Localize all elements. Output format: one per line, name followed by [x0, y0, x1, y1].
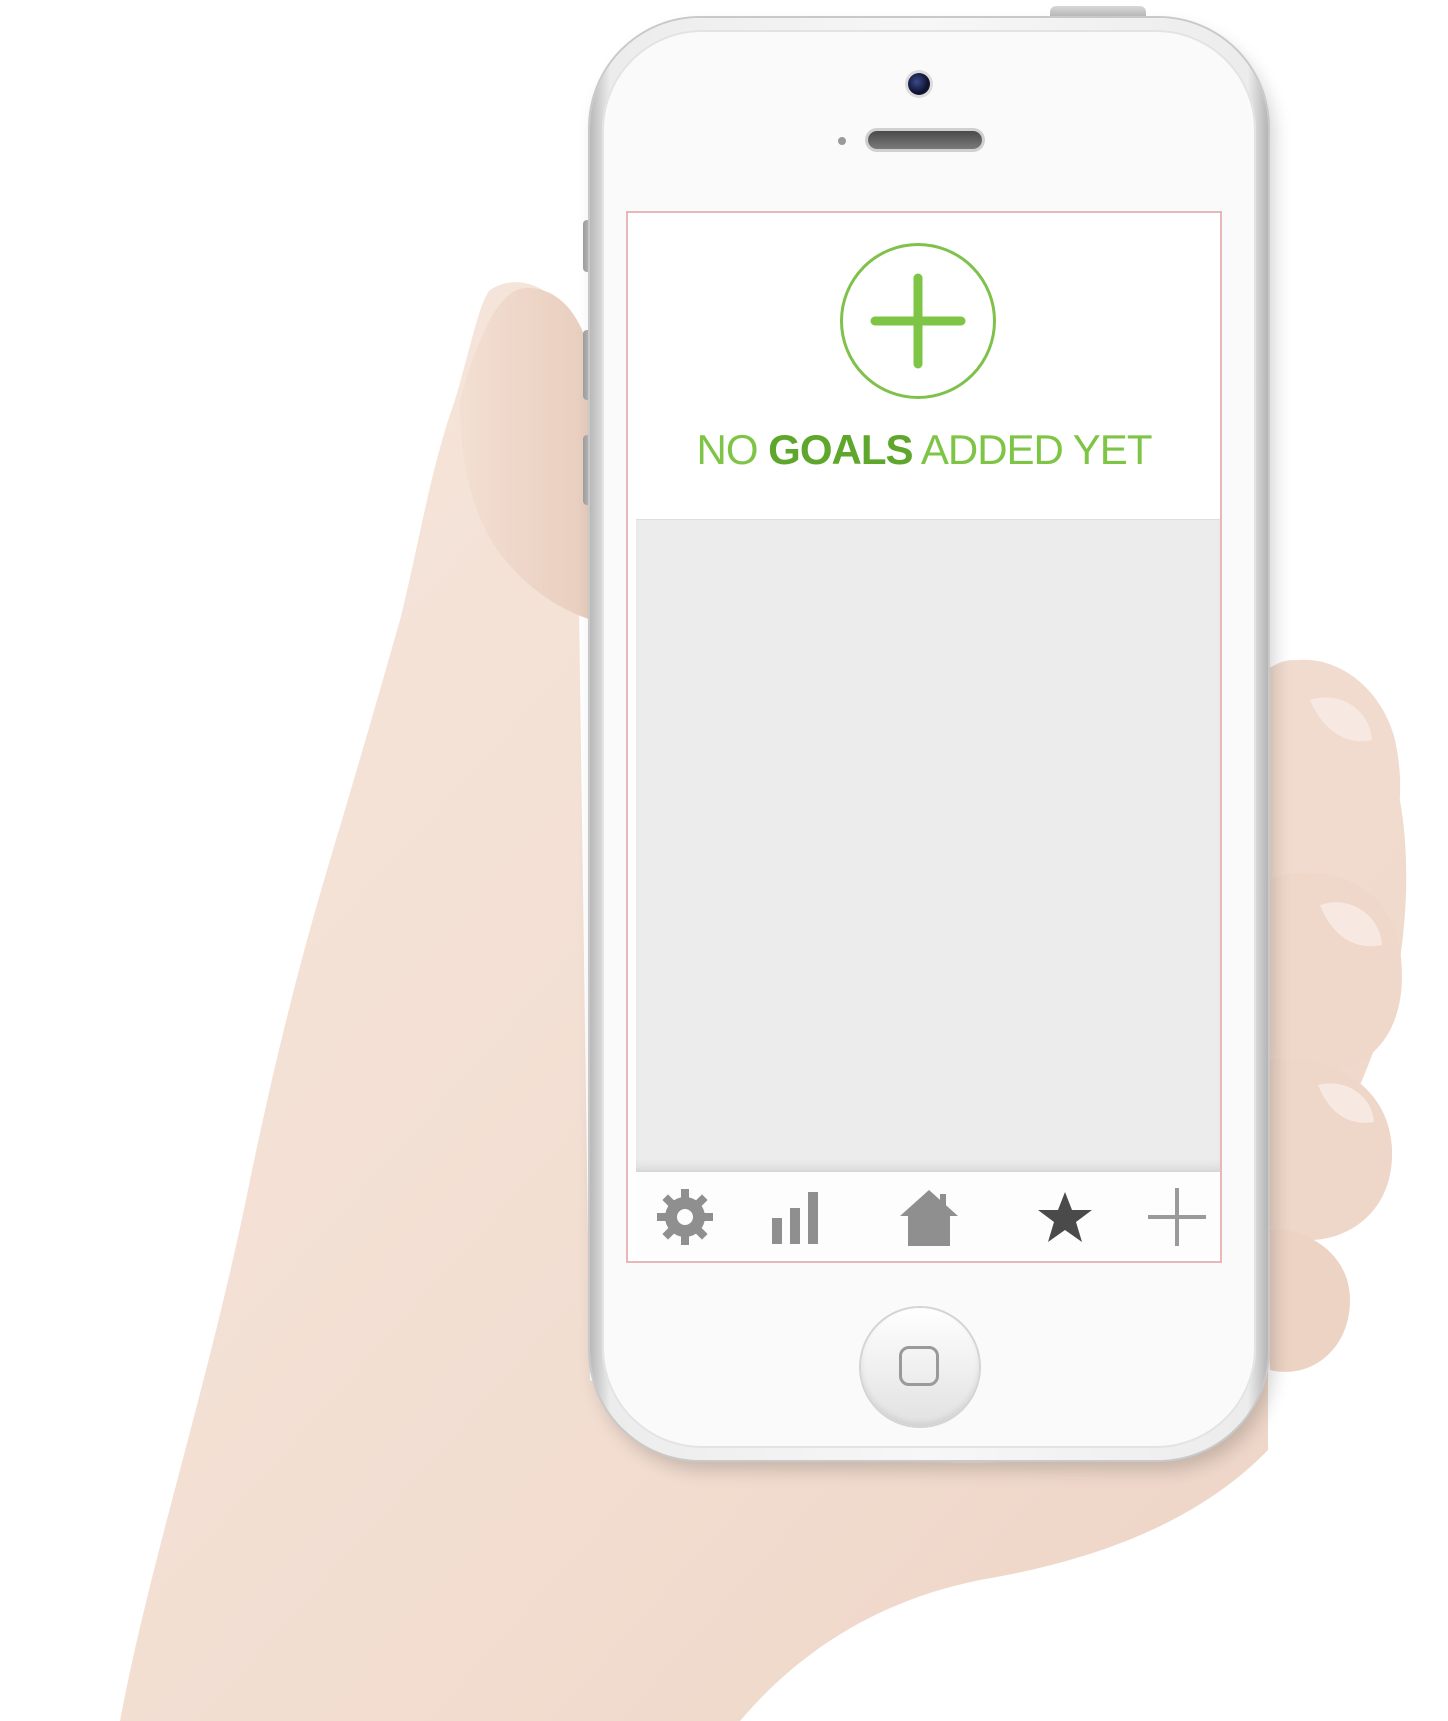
star-icon — [1038, 1192, 1092, 1242]
tab-home[interactable] — [898, 1186, 968, 1248]
gear-icon — [657, 1189, 713, 1245]
empty-state: NO GOALS ADDED YET — [628, 213, 1220, 519]
goals-list-area — [636, 519, 1220, 1172]
empty-state-emphasis: GOALS — [768, 426, 913, 473]
empty-state-prefix: NO — [696, 426, 769, 473]
tab-bar — [636, 1171, 1220, 1258]
home-button-square-icon — [899, 1346, 939, 1386]
tab-favorites[interactable] — [1034, 1186, 1104, 1248]
bar-chart-icon — [772, 1192, 818, 1244]
mockup-scene: NO GOALS ADDED YET — [0, 0, 1448, 1721]
add-goal-button[interactable] — [840, 243, 996, 399]
earpiece-speaker — [868, 131, 982, 149]
app-screen: NO GOALS ADDED YET — [628, 213, 1220, 1261]
tab-stats[interactable] — [766, 1186, 836, 1248]
sensor-dot — [838, 137, 846, 145]
tab-add[interactable] — [1146, 1186, 1216, 1248]
front-camera-icon — [908, 73, 930, 95]
empty-state-message: NO GOALS ADDED YET — [628, 426, 1220, 474]
home-button[interactable] — [861, 1308, 979, 1426]
home-icon — [900, 1190, 958, 1246]
tab-settings[interactable] — [654, 1186, 724, 1248]
plus-circle-icon — [870, 273, 966, 369]
plus-icon — [1148, 1188, 1206, 1246]
empty-state-suffix: ADDED YET — [912, 426, 1153, 473]
